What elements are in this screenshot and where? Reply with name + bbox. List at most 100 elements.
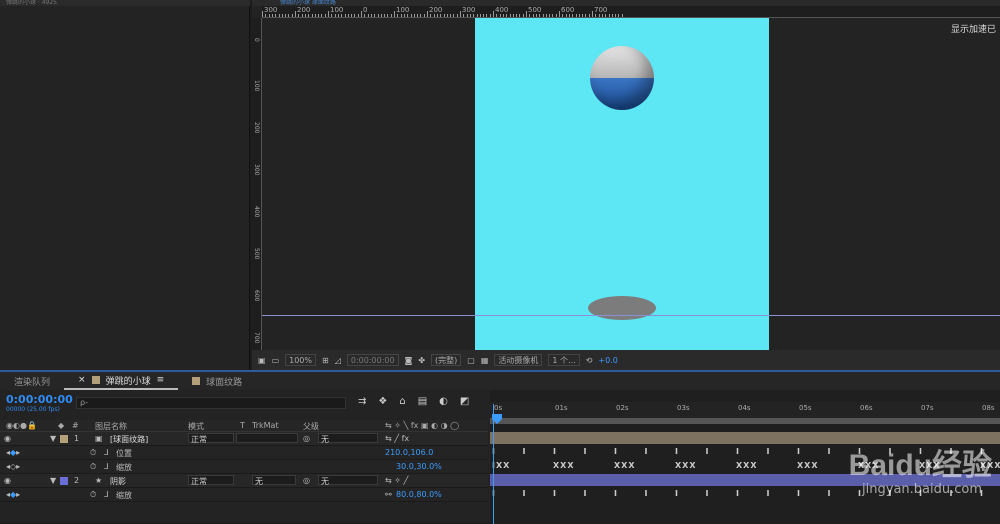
layer-switches[interactable]: ⇆ ╱ fx <box>385 434 409 443</box>
comp-mini-flowchart-icon[interactable]: ⇉ <box>358 396 366 407</box>
expand-icon[interactable]: ▼ <box>50 434 56 443</box>
layer-switches[interactable]: ⇆ ✧ ╱ <box>385 476 408 485</box>
current-time-indicator[interactable] <box>492 404 502 524</box>
keyframe[interactable]: I <box>675 447 679 456</box>
keyframe[interactable]: XXX <box>675 461 697 470</box>
layer-color-swatch[interactable] <box>60 477 68 485</box>
layer-row[interactable]: ◉ ▼ 2 ★ 阴影 正常 无 ◎ 无 ⇆ ✧ ╱ <box>0 474 488 488</box>
keyframe[interactable]: I <box>584 447 588 456</box>
shadow-layer[interactable] <box>588 296 656 320</box>
composition-viewer[interactable]: 弹跳的小球 球面纹路 300 200 100 0 100 200 300 400 500 600 7… <box>252 0 1000 370</box>
motion-blur-icon[interactable]: ◐ <box>439 396 448 407</box>
parent-dropdown[interactable]: 无 <box>318 433 378 444</box>
keyframe[interactable]: I <box>736 489 740 498</box>
resolution-select[interactable]: (完整) <box>431 354 462 366</box>
label-icon[interactable]: ◆ <box>58 421 64 430</box>
property-row[interactable]: ◂◇▸ ⏱ ⅃ 缩放 30.0,30.0% <box>0 460 488 474</box>
tab-bouncing-ball[interactable]: × 弹跳的小球 ≡ <box>64 372 179 390</box>
region-of-interest-icon[interactable]: ▢ <box>467 356 475 365</box>
graph-icon[interactable]: ⅃ <box>104 490 108 499</box>
eye-icon[interactable]: ◉ <box>4 476 11 485</box>
keyframe[interactable]: I <box>614 489 618 498</box>
layer-name[interactable]: 阴影 <box>110 476 126 487</box>
keyframe-nav-icon[interactable]: ◂◆▸ <box>6 448 20 457</box>
camera-select[interactable]: 活动摄像机 <box>494 354 543 366</box>
layer-name[interactable]: [球面纹路] <box>110 434 148 445</box>
keyframe[interactable]: I <box>553 489 557 498</box>
guide-line[interactable] <box>262 315 1000 316</box>
mask-icon[interactable]: ◿ <box>335 356 341 365</box>
switches-icon[interactable]: ⇆ ✧ ╲ fx ▣ ◐ ◑ ◯ <box>385 421 459 430</box>
property-value[interactable]: 210.0,106.0 <box>385 448 433 457</box>
column-layer-name[interactable]: 图层名称 <box>95 421 127 432</box>
visibility-icon[interactable]: ◉◐●🔒 <box>6 421 37 430</box>
keyframe-nav-icon[interactable]: ◂◆▸ <box>6 490 20 499</box>
stopwatch-icon[interactable]: ⏱ <box>90 462 96 472</box>
keyframe[interactable]: I <box>736 447 740 456</box>
zoom-select[interactable]: 100% <box>285 354 316 366</box>
keyframe[interactable]: I <box>523 447 527 456</box>
column-mode[interactable]: 模式 <box>188 421 204 432</box>
tab-sphere-texture[interactable]: 球面纹路 <box>178 375 256 388</box>
show-channel-icon[interactable]: ✤ <box>418 356 425 365</box>
layer-search-input[interactable]: ρ- <box>76 397 346 409</box>
mode-dropdown[interactable]: 正常 <box>188 433 234 444</box>
keyframe[interactable]: I <box>523 489 527 498</box>
camera-snapshot-icon[interactable]: ◙ <box>405 356 413 365</box>
graph-icon[interactable]: ⅃ <box>104 462 108 471</box>
close-icon[interactable]: × <box>78 375 86 385</box>
keyframe[interactable]: I <box>797 447 801 456</box>
stopwatch-icon[interactable]: ⏱ <box>90 490 96 500</box>
column-parent[interactable]: 父级 <box>303 421 319 432</box>
keyframe[interactable]: XXX <box>614 461 636 470</box>
work-area-bar[interactable] <box>490 418 1000 424</box>
stopwatch-icon[interactable]: ⏱ <box>90 448 96 458</box>
grid-icon[interactable]: ⊞ <box>322 356 329 365</box>
parent-dropdown[interactable]: 无 <box>318 475 378 486</box>
menu-icon[interactable]: ≡ <box>157 375 165 385</box>
pickwhip-icon[interactable]: ◎ <box>303 434 310 443</box>
tab-render-queue[interactable]: 渲染队列 <box>0 375 64 388</box>
pickwhip-icon[interactable]: ◎ <box>303 476 310 485</box>
monitor-icon[interactable]: ▭ <box>272 356 280 365</box>
graph-editor-icon[interactable]: ◩ <box>460 396 469 407</box>
viewer-timecode[interactable]: 0:00:00:00 <box>346 354 399 366</box>
snapshot-icon[interactable]: ▣ <box>258 356 266 365</box>
ball-layer[interactable] <box>590 46 654 110</box>
property-value[interactable]: 80.0,80.0% <box>396 490 442 499</box>
property-row[interactable]: ◂◆▸ ⏱ ⅃ 缩放 ⚯ 80.0,80.0% <box>0 488 488 502</box>
views-select[interactable]: 1 个... <box>548 354 580 366</box>
keyframe[interactable]: I <box>797 489 801 498</box>
time-ruler[interactable]: 0s 01s 02s 03s 04s 05s 06s 07s 08s <box>490 402 1000 418</box>
exposure-value[interactable]: +0.0 <box>598 356 617 365</box>
keyframe[interactable]: I <box>828 447 832 456</box>
keyframe[interactable]: IXX <box>492 461 510 470</box>
keyframe[interactable]: I <box>767 489 771 498</box>
frame-blending-icon[interactable]: ▤ <box>418 396 427 407</box>
reset-exposure-icon[interactable]: ⟲ <box>586 356 593 365</box>
keyframe[interactable]: XXX <box>797 461 819 470</box>
keyframe[interactable]: XXX <box>553 461 575 470</box>
eye-icon[interactable]: ◉ <box>4 434 11 443</box>
transparency-grid-icon[interactable]: ▦ <box>481 356 489 365</box>
shy-layers-icon[interactable]: ⌂ <box>399 396 405 407</box>
keyframe[interactable]: I <box>706 489 710 498</box>
link-icon[interactable]: ⚯ <box>385 490 392 499</box>
draft-3d-icon[interactable]: ❖ <box>378 396 387 407</box>
keyframe[interactable]: I <box>553 447 557 456</box>
graph-icon[interactable]: ⅃ <box>104 448 108 457</box>
keyframe[interactable]: I <box>645 489 649 498</box>
composition-canvas[interactable] <box>475 18 769 350</box>
trkmat-dropdown[interactable] <box>236 433 298 443</box>
keyframe[interactable]: I <box>614 447 618 456</box>
layer-color-swatch[interactable] <box>60 435 68 443</box>
layer-row[interactable]: ◉ ▼ 1 ▣ [球面纹路] 正常 ◎ 无 ⇆ ╱ fx <box>0 432 488 446</box>
current-timecode[interactable]: 0:00:00:00 <box>6 393 73 406</box>
keyframe[interactable]: I <box>584 489 588 498</box>
keyframe-nav-icon[interactable]: ◂◇▸ <box>6 462 20 471</box>
keyframe[interactable]: I <box>767 447 771 456</box>
keyframe[interactable]: I <box>828 489 832 498</box>
expand-icon[interactable]: ▼ <box>50 476 56 485</box>
column-trkmat[interactable]: TrkMat <box>252 421 279 430</box>
keyframe[interactable]: I <box>706 447 710 456</box>
